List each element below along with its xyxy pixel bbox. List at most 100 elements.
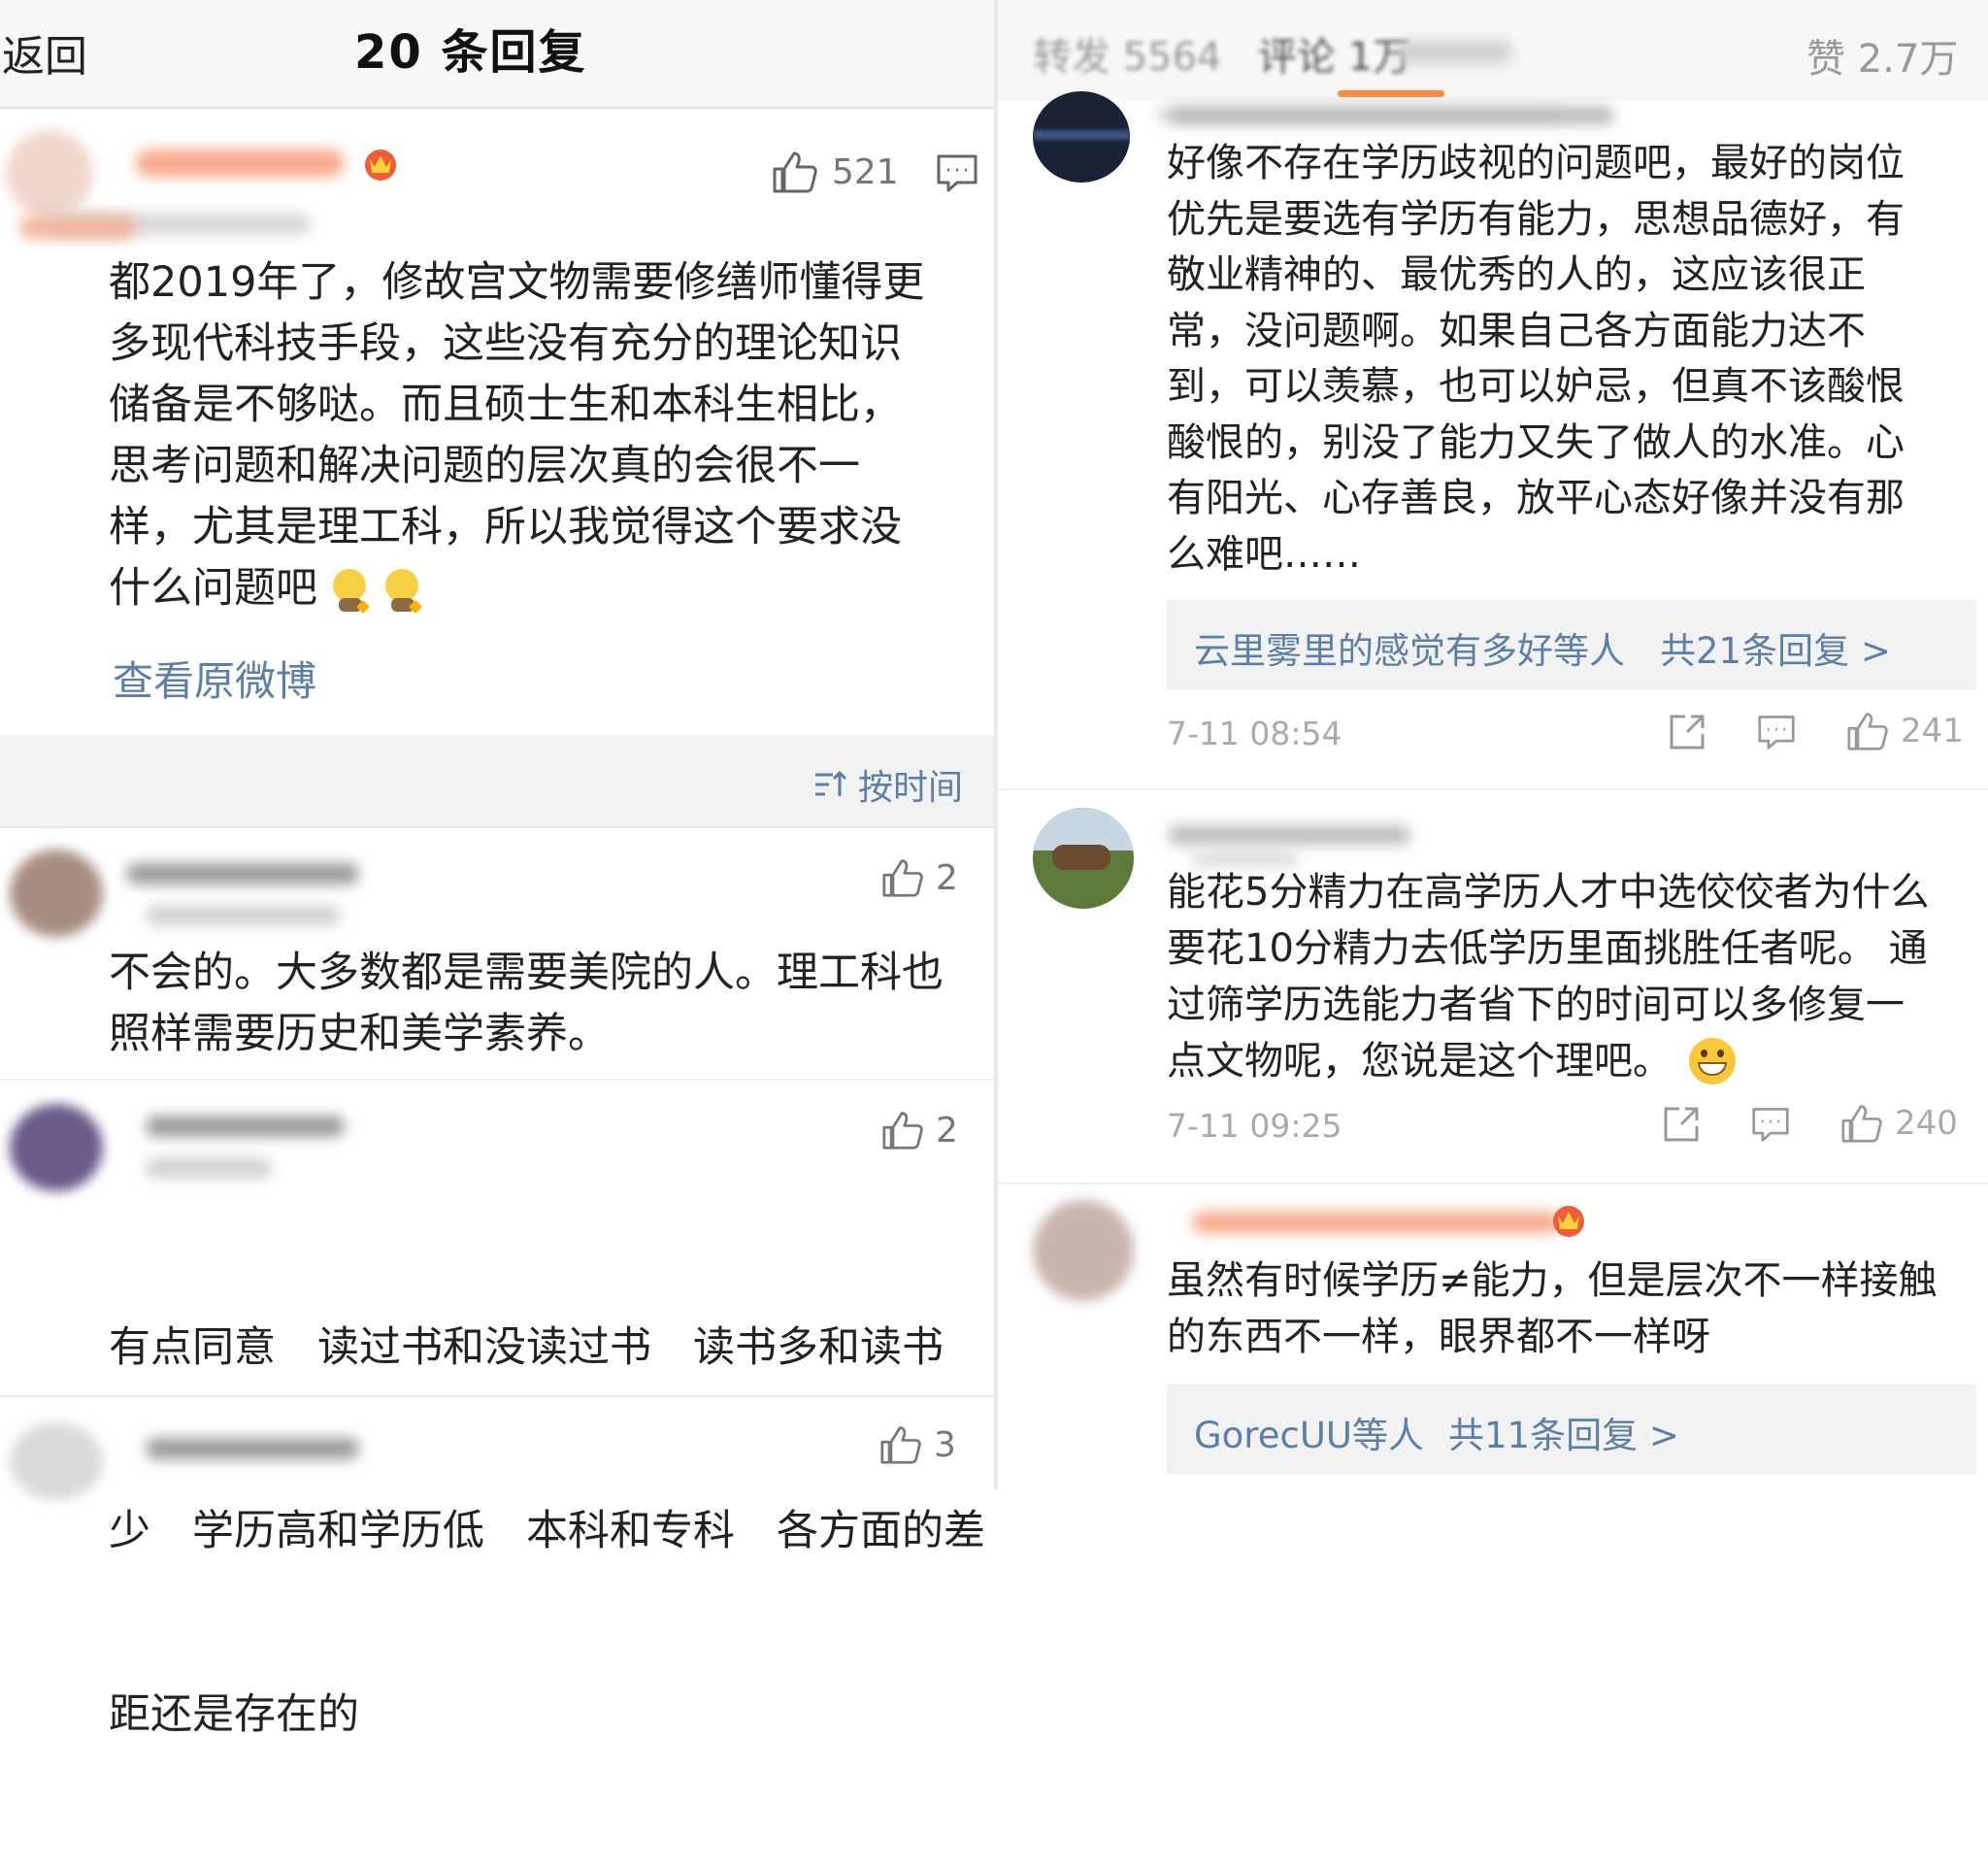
avatar[interactable]	[1033, 1200, 1134, 1301]
comment-button[interactable]	[1751, 1105, 1790, 1148]
crown-badge-icon	[361, 144, 400, 183]
replies-preview[interactable]: GorecUU等人 共11条回复 >	[1167, 1384, 1976, 1474]
text-line-with-emoji: 什么问题吧	[109, 558, 982, 619]
username-redacted[interactable]	[1192, 1212, 1561, 1233]
text-line: 点文物呢，您说是这个理吧。	[1167, 1039, 1672, 1084]
share-button[interactable]	[1662, 1105, 1701, 1148]
username-redacted[interactable]	[146, 1116, 345, 1137]
text-line: 少 学历高和学历低 本科和专科 各方面的差	[109, 1507, 985, 1555]
thumbs-up-icon	[880, 1426, 921, 1464]
avatar[interactable]	[10, 1104, 103, 1191]
text-line: 过筛学历选能力者省下的时间可以多修复一	[1167, 983, 1905, 1027]
replies-preview[interactable]: 云里雾里的感觉有多好等人 共21条回复 >	[1167, 600, 1976, 689]
share-icon	[1670, 715, 1705, 750]
comments-tab[interactable]: 评论 1万	[1258, 25, 1411, 82]
reply-users[interactable]: GorecUU等人	[1194, 1406, 1424, 1458]
like-button[interactable]: 241	[1846, 711, 1964, 751]
comment-text: 能花5分精力在高学历人才中选佼佼者为什么 要花10分精力去低学历里面挑胜任者呢。…	[1167, 864, 1982, 1089]
text-line: 样，尤其是理工科，所以我觉得这个要求没	[109, 503, 902, 551]
comment-icon	[1752, 1108, 1789, 1142]
text-line: 优先是要选有学历有能力，思想品德好，有	[1167, 196, 1905, 242]
avatar[interactable]	[10, 850, 103, 937]
reply-count-link[interactable]: 共11条回复 >	[1448, 1406, 1679, 1458]
text-line: 么难吧……	[1167, 531, 1361, 577]
username-redacted[interactable]	[1168, 825, 1410, 845]
sort-label: 按时间	[858, 768, 964, 808]
page-title: 20 条回复	[354, 25, 587, 80]
crown-badge-icon	[1549, 1200, 1588, 1239]
text-line: 距还是存在的	[109, 1690, 359, 1739]
text-line: 有阳光、心存善良，放平心态好像并没有那	[1167, 476, 1905, 520]
reposts-tab[interactable]: 转发 5564	[1033, 25, 1222, 82]
text-line: 什么问题吧	[109, 564, 317, 613]
reply-users[interactable]: 云里雾里的感觉有多好等人	[1194, 621, 1625, 674]
comment-icon	[1758, 716, 1795, 750]
timestamp-redacted	[146, 906, 340, 925]
avatar[interactable]	[10, 1422, 103, 1500]
reply-count-link[interactable]: 共21条回复 >	[1660, 621, 1891, 674]
text-line: 酸恨的，别没了能力又失了做人的水准。心	[1167, 419, 1905, 465]
username-redacted[interactable]	[136, 150, 345, 177]
text-line-with-emoji: 点文物呢，您说是这个理吧。	[1167, 1033, 1982, 1089]
smile-emoji-icon	[331, 565, 371, 614]
text-line: 有点同意 读过书和没读过书 读书多和读书	[109, 1323, 944, 1372]
username-redacted[interactable]	[1168, 107, 1614, 124]
avatar[interactable]	[6, 130, 93, 217]
like-button[interactable]: 2	[881, 1110, 958, 1151]
text-line: 到，可以羡慕，也可以妒忌，但真不该酸恨	[1167, 364, 1905, 409]
text-line: 好像不存在学历歧视的问题吧，最好的岗位	[1167, 141, 1905, 185]
text-line: 常，没问题啊。如果自己各方面能力达不	[1167, 308, 1866, 353]
comment-button[interactable]	[1757, 713, 1796, 755]
comment-text: 都2019年了，修故宫文物需要修缮师懂得更 多现代科技手段，这些没有充分的理论知…	[109, 252, 982, 619]
reply-item: 3	[0, 1397, 994, 1500]
text-line: 储备是不够哒。而且硕士生和本科生相比，	[109, 381, 902, 429]
reply-text: 不会的。大多数都是需要美院的人。理工科也 照样需要历史和美学素养。	[109, 943, 982, 1065]
comment-button[interactable]	[936, 151, 978, 198]
comment-time: 7-11 09:25	[1167, 1107, 1342, 1145]
timestamp-redacted	[146, 1158, 272, 1178]
text-line: 照样需要历史和美学素养。	[109, 1010, 610, 1058]
text-line: 能花5分精力在高学历人才中选佼佼者为什么	[1167, 870, 1930, 915]
avatar[interactable]	[1033, 91, 1130, 183]
thumbs-up-icon	[773, 151, 817, 193]
grin-emoji-icon	[1689, 1038, 1736, 1084]
like-count: 2	[936, 857, 958, 898]
text-line: 敬业精神的、最优秀的人的，这应该很正	[1167, 252, 1866, 297]
like-button[interactable]: 521	[772, 148, 899, 196]
avatar[interactable]	[1033, 808, 1134, 909]
back-button[interactable]: 返回	[2, 21, 87, 83]
text-line: 要花10分精力去低学历里面挑胜任者呢。 通	[1167, 926, 1928, 971]
like-count: 521	[832, 151, 899, 192]
sort-by-time-button[interactable]: 按时间	[813, 759, 963, 810]
comment-text: 虽然有时候学历≠能力，但是层次不一样接触 的东西不一样，眼界都不一样呀	[1167, 1252, 1982, 1365]
left-panel: 返回 20 条回复 521 都2019年了，修故宫文物需要修缮师懂得更 多现代科…	[0, 0, 994, 1739]
main-comment: 521 都2019年了，修故宫文物需要修缮师懂得更 多现代科技手段，这些没有充分…	[0, 109, 994, 735]
thumbs-up-icon	[882, 859, 923, 897]
username-redacted[interactable]	[126, 863, 359, 884]
comment-item: 虽然有时候学历≠能力，但是层次不一样接触 的东西不一样，眼界都不一样呀 Gore…	[998, 1184, 1988, 1489]
like-count: 2	[936, 1110, 958, 1151]
tab-blur-overlay	[1396, 41, 1512, 64]
comment-time: 7-11 08:54	[1167, 715, 1342, 752]
share-icon	[1664, 1107, 1699, 1142]
text-line: 不会的。大多数都是需要美院的人。理工科也	[109, 949, 944, 997]
text-line: 都2019年了，修故宫文物需要修缮师懂得更	[109, 258, 925, 307]
comment-item: 能花5分精力在高学历人才中选佼佼者为什么 要花10分精力去低学历里面挑胜任者呢。…	[998, 790, 1988, 1184]
like-button[interactable]: 3	[879, 1424, 956, 1465]
like-button[interactable]: 240	[1840, 1103, 1958, 1144]
thumbs-up-icon	[1841, 1105, 1882, 1143]
right-panel: 转发 5564 评论 1万 赞 2.7万 好像不存在学历歧视的问题吧，最好的岗位…	[998, 0, 1988, 1489]
comment-icon	[937, 154, 977, 192]
text-line: 虽然有时候学历≠能力，但是层次不一样接触	[1167, 1258, 1938, 1303]
text-line: 的东西不一样，眼界都不一样呀	[1167, 1315, 1710, 1359]
view-original-link[interactable]: 查看原微博	[113, 649, 316, 708]
text-line: 思考问题和解决问题的层次真的会很不一	[109, 442, 860, 490]
username-redacted[interactable]	[146, 1438, 359, 1459]
share-button[interactable]	[1668, 713, 1706, 755]
reply-item: 2 不会的。大多数都是需要美院的人。理工科也 照样需要历史和美学素养。	[0, 828, 994, 1081]
likes-tab[interactable]: 赞 2.7万	[1806, 27, 1958, 83]
like-count: 3	[934, 1424, 956, 1465]
like-button[interactable]: 2	[881, 857, 958, 898]
comment-item: 好像不存在学历歧视的问题吧，最好的岗位 优先是要选有学历有能力，思想品德好，有 …	[998, 91, 1988, 790]
reply-item: 2 有点同意 读过书和没读过书 读书多和读书 少 学历高和学历低 本科和专科 各…	[0, 1081, 994, 1739]
